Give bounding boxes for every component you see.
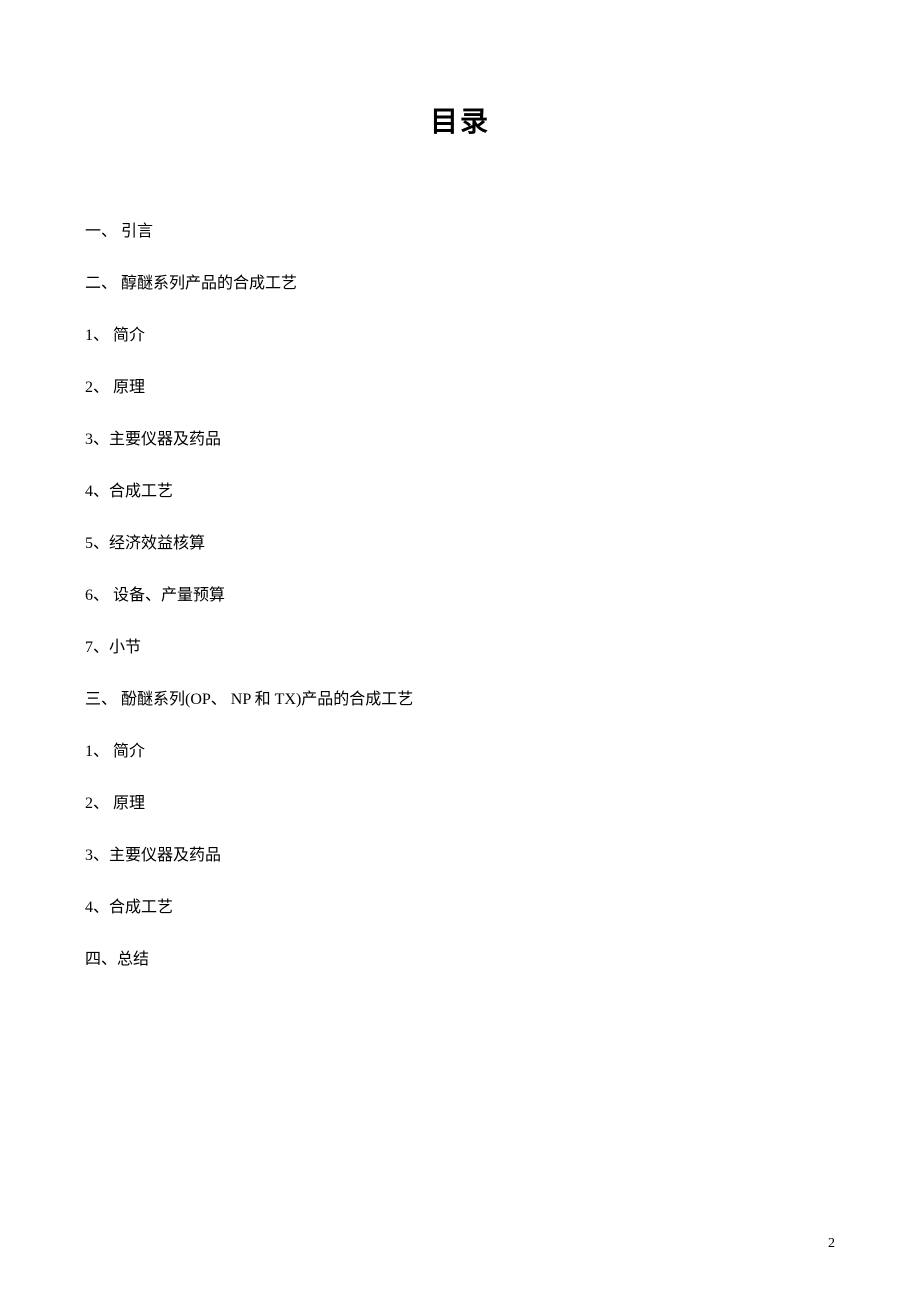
toc-item: 3、主要仪器及药品 (85, 844, 835, 868)
toc-item: 三、 酚醚系列(OP、 NP 和 TX)产品的合成工艺 (85, 688, 835, 712)
toc-list: 一、 引言 二、 醇醚系列产品的合成工艺 1、 简介 2、 原理 3、主要仪器及… (85, 220, 835, 972)
toc-item: 2、 原理 (85, 376, 835, 400)
toc-item: 7、小节 (85, 636, 835, 660)
toc-item: 3、主要仪器及药品 (85, 428, 835, 452)
toc-item: 4、合成工艺 (85, 480, 835, 504)
toc-item: 一、 引言 (85, 220, 835, 244)
toc-item: 1、 简介 (85, 324, 835, 348)
toc-item: 二、 醇醚系列产品的合成工艺 (85, 272, 835, 296)
toc-item: 5、经济效益核算 (85, 532, 835, 556)
toc-item: 四、总结 (85, 948, 835, 972)
toc-title: 目录 (85, 100, 835, 140)
toc-item: 6、 设备、产量预算 (85, 584, 835, 608)
toc-item: 2、 原理 (85, 792, 835, 816)
page-number: 2 (828, 1236, 835, 1252)
document-page: 目录 一、 引言 二、 醇醚系列产品的合成工艺 1、 简介 2、 原理 3、主要… (0, 0, 920, 972)
toc-item: 1、 简介 (85, 740, 835, 764)
toc-item: 4、合成工艺 (85, 896, 835, 920)
